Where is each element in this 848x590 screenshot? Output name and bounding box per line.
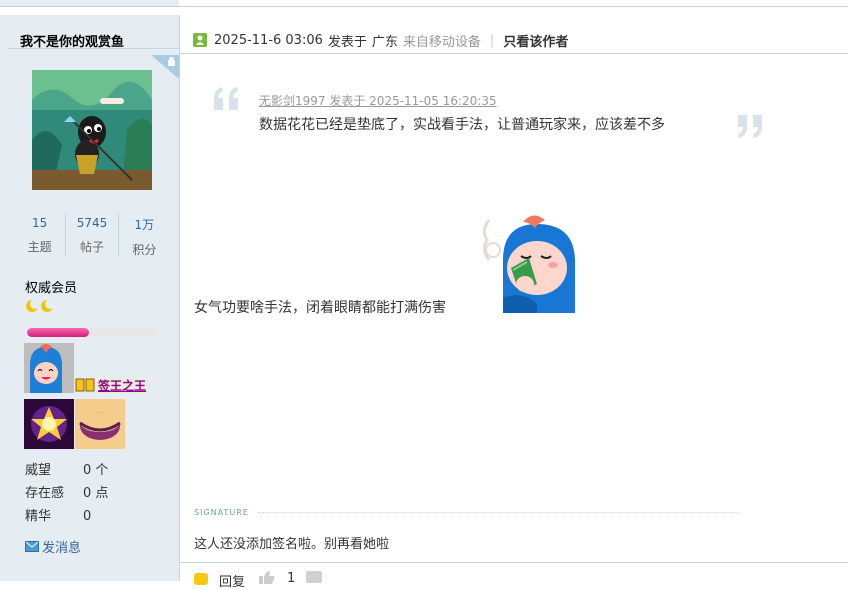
author-stats: 15 主题 5745 帖子 1万 积分 [14,213,170,257]
quote-close-icon [738,115,762,138]
info-value: 0 个 [83,463,109,478]
stat-posts[interactable]: 5745 帖子 [65,213,117,257]
post-time: 2025-11-6 03:06 [214,32,323,48]
post-header: 2025-11-6 03:06 发表于 广东 来自移动设备 | 只看该作者 [193,31,568,50]
reply-icon[interactable] [194,573,208,585]
info-row-digest: 精华 0 [25,508,108,531]
quote-open-icon [214,87,238,110]
like-count: 1 [287,571,296,586]
stat-threads-value: 15 [32,216,48,230]
quote-author-link[interactable]: 无影剑1997 发表于 2025-11-05 16:20:35 [259,92,497,109]
quote-text: 数据花花已经是垫底了，实战看手法，让普通玩家来，应该差不多 [259,117,665,133]
info-row-presence: 存在感 0 点 [25,485,108,508]
user-group[interactable]: 权威会员 [25,277,77,296]
book-icon [75,378,95,392]
info-key: 威望 [25,463,52,478]
posted-in-label: 发表于 [327,34,367,50]
username-divider [8,48,179,49]
stat-posts-value: 5745 [76,216,108,230]
author-info: 威望 0 个 存在感 0 点 精华 0 [25,462,108,531]
moon-icon [26,299,39,312]
experience-bar [27,328,157,337]
stat-threads[interactable]: 15 主题 [14,213,65,257]
top-divider [179,6,848,7]
info-value: 0 [83,509,92,524]
signature-text: 这人还没添加签名啦。别再看她啦 [194,537,390,552]
signature-label: SIGNATURE [194,508,249,517]
medal-badge-purple[interactable] [24,399,74,449]
thumbs-up-icon[interactable] [258,570,276,584]
info-value: 0 点 [83,486,109,501]
top-strip [0,0,179,7]
post-body: 女气功要啥手法，闭着眼睛都能打满伤害 [194,300,446,316]
envelope-icon [25,541,39,552]
post-device: 来自移动设备 [402,34,481,50]
more-actions-icon[interactable] [306,571,322,583]
header-separator: | [489,32,495,48]
stat-credits-label: 积分 [132,243,157,257]
sidebar-divider [179,15,180,581]
post-header-divider [179,53,848,54]
android-icon [151,55,179,79]
stat-credits[interactable]: 1万 积分 [117,213,170,257]
stat-posts-label: 帖子 [79,240,104,254]
rank-moons [25,299,54,313]
only-author-link[interactable]: 只看该作者 [503,31,568,50]
send-message-button[interactable]: 发消息 [25,537,81,556]
send-message-label: 发消息 [42,541,82,556]
emoji-sticker [481,210,579,313]
info-key: 精华 [25,509,52,524]
online-status-icon [193,33,207,47]
stat-credits-value: 1万 [134,218,155,232]
post-location: 广东 [371,34,398,50]
post-footer-divider [179,562,848,563]
info-key: 存在感 [25,486,65,501]
signature-divider [258,512,738,513]
info-row-prestige: 威望 0 个 [25,462,108,485]
medal-character-image[interactable] [24,343,74,393]
author-avatar[interactable] [32,70,152,190]
moon-icon [41,299,54,312]
experience-fill [27,328,90,337]
stat-threads-label: 主题 [27,240,52,254]
medal-badge-gold[interactable] [75,399,125,449]
medal-link[interactable]: 签王之王 [98,377,146,394]
